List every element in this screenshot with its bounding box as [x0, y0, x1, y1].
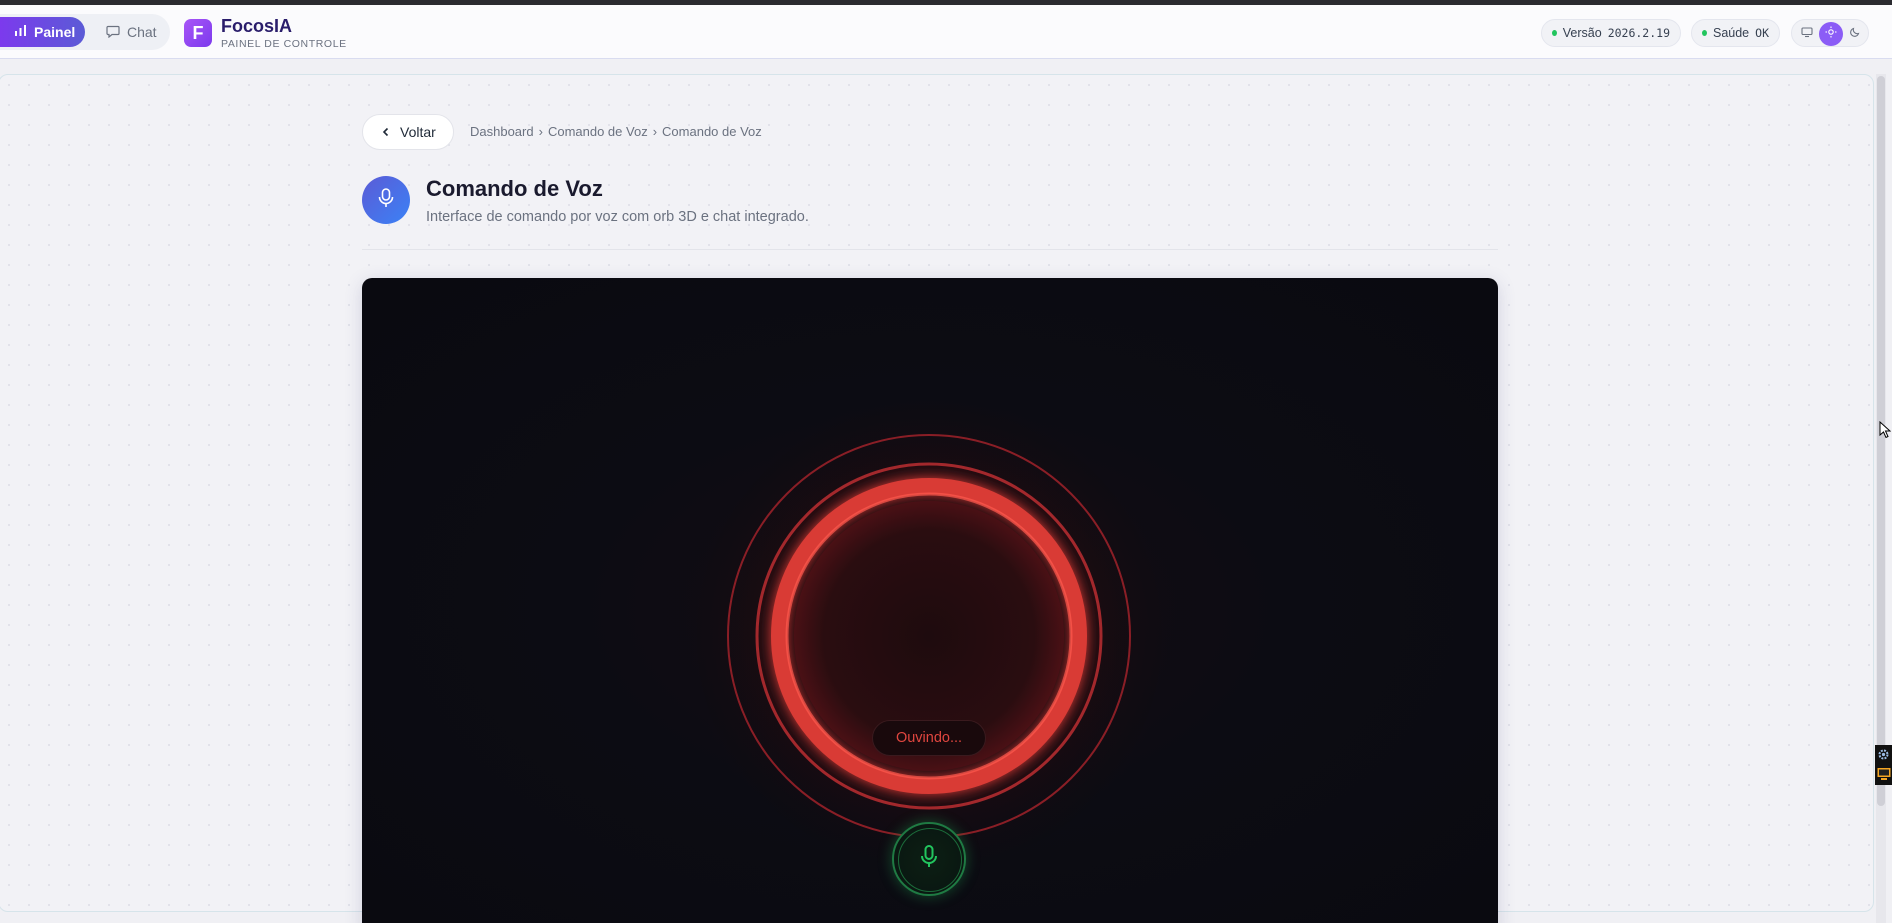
- app-header: Painel Chat F FocosIA PAINEL DE CONTROLE…: [0, 5, 1892, 59]
- nav-chat-label: Chat: [127, 24, 157, 40]
- back-button[interactable]: Voltar: [362, 114, 454, 150]
- breadcrumb-item[interactable]: Comando de Voz: [548, 124, 648, 139]
- microphone-icon: [918, 844, 940, 875]
- brand-name: FocosIA: [221, 16, 293, 36]
- theme-system-button[interactable]: [1795, 22, 1819, 46]
- mouse-cursor: [1879, 420, 1892, 444]
- version-label: Versão: [1562, 26, 1602, 40]
- brand-subtitle: PAINEL DE CONTROLE: [221, 38, 347, 50]
- health-badge: Saúde OK: [1691, 19, 1780, 47]
- sun-icon: [1825, 25, 1837, 43]
- status-dot: [1702, 30, 1707, 36]
- version-value: 2026.2.19: [1607, 26, 1670, 40]
- microphone-icon: [376, 187, 396, 214]
- settings-icon: [1877, 748, 1890, 766]
- chevron-left-icon: [381, 124, 391, 140]
- status-dot: [1552, 30, 1557, 36]
- page-title: Comando de Voz: [426, 176, 603, 201]
- page-description: Interface de comando por voz com orb 3D …: [426, 209, 809, 225]
- view-switcher: Painel Chat: [0, 14, 170, 50]
- moon-icon: [1849, 25, 1861, 43]
- side-dock-widget[interactable]: [1875, 745, 1892, 785]
- nav-chat-button[interactable]: Chat: [92, 17, 168, 47]
- version-badge: Versão 2026.2.19: [1541, 19, 1681, 47]
- mic-button[interactable]: [892, 822, 966, 896]
- bar-chart-icon: [14, 24, 27, 40]
- health-label: Saúde: [1712, 26, 1750, 40]
- brand-logo[interactable]: F: [184, 19, 212, 47]
- theme-light-button[interactable]: [1819, 22, 1843, 46]
- page-icon: [362, 176, 410, 224]
- breadcrumb: Dashboard › Comando de Voz › Comando de …: [470, 124, 762, 139]
- chat-bubble-icon: [106, 24, 120, 41]
- theme-switcher: [1791, 19, 1869, 47]
- breadcrumb-current: Comando de Voz: [662, 124, 762, 139]
- theme-dark-button[interactable]: [1843, 22, 1867, 46]
- breadcrumb-separator: ›: [538, 124, 543, 139]
- back-label: Voltar: [400, 124, 436, 140]
- listening-status: Ouvindo...: [872, 720, 986, 756]
- monitor-icon: [1801, 25, 1813, 43]
- voice-stage: Ouvindo...: [362, 278, 1498, 923]
- breadcrumb-item[interactable]: Dashboard: [470, 124, 534, 139]
- breadcrumb-separator: ›: [652, 124, 658, 139]
- monitor-icon: [1877, 767, 1891, 786]
- health-value: OK: [1755, 26, 1769, 40]
- divider: [362, 249, 1498, 250]
- nav-painel-button[interactable]: Painel: [0, 17, 85, 47]
- nav-painel-label: Painel: [34, 24, 76, 40]
